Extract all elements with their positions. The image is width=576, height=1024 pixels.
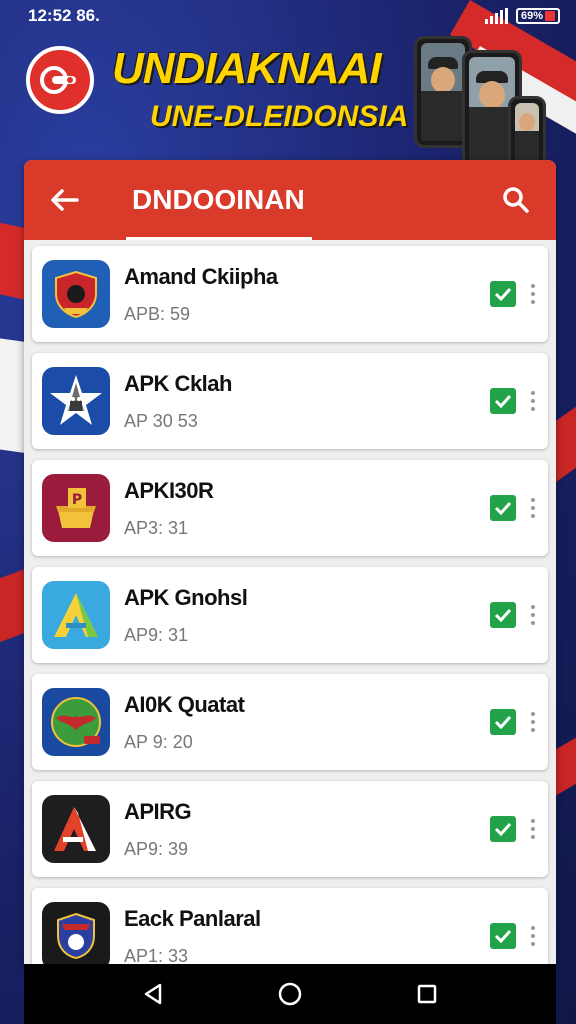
more-options-icon[interactable]: [528, 605, 538, 625]
list-item[interactable]: APK Gnohsl AP9: 31: [32, 567, 548, 663]
app-name: APIRG: [124, 798, 192, 824]
phones-illustration: [410, 30, 570, 170]
checkbox-checked[interactable]: [490, 923, 516, 949]
phone-image: [508, 96, 546, 168]
more-options-icon[interactable]: [528, 926, 538, 946]
app-name: APKI30R: [124, 477, 214, 503]
battery-label: 69%: [520, 10, 543, 22]
app-list: Amand Ckiipha APB: 59 APK Cklah AP 30 53: [24, 240, 556, 964]
more-options-icon[interactable]: [528, 498, 538, 518]
app-name: AI0K Quatat: [124, 691, 245, 717]
list-item[interactable]: Eack Panlaral AP1: 33: [32, 888, 548, 964]
app-version: AP3: 31: [124, 517, 189, 538]
check-icon: [494, 715, 512, 729]
app-name: APK Cklah: [124, 370, 232, 396]
more-options-icon[interactable]: [528, 284, 538, 304]
list-item[interactable]: AI0K Quatat AP 9: 20: [32, 674, 548, 770]
app-name: Amand Ckiipha: [124, 263, 278, 289]
triangle-back-icon: [144, 983, 161, 1005]
checkbox-checked[interactable]: [490, 602, 516, 628]
rocket-star-icon: [42, 367, 110, 435]
app-name: Eack Panlaral: [124, 905, 261, 931]
square-recents-icon: [418, 984, 437, 1004]
dark-shield-icon: [42, 902, 110, 964]
app-version: AP9: 31: [124, 624, 189, 645]
svg-text:P: P: [72, 492, 82, 508]
list-item[interactable]: APK Cklah AP 30 53: [32, 353, 548, 449]
check-icon: [494, 822, 512, 836]
check-icon: [494, 929, 512, 943]
page-title: DNDOOINAN: [132, 184, 305, 215]
check-icon: [494, 287, 512, 301]
check-icon: [494, 501, 512, 515]
checkbox-checked[interactable]: [490, 495, 516, 521]
more-options-icon[interactable]: [528, 712, 538, 732]
checkbox-checked[interactable]: [490, 709, 516, 735]
checkbox-checked[interactable]: [490, 388, 516, 414]
app-version: AP1: 33: [124, 945, 189, 965]
app-version: AP 9: 20: [124, 731, 193, 752]
system-nav-bar: [24, 964, 556, 1024]
search-icon: [503, 187, 529, 213]
tab-indicator: [126, 237, 312, 240]
app-version: AP9: 39: [124, 838, 189, 859]
app-bar: DNDOOINAN: [24, 160, 556, 240]
check-icon: [494, 394, 512, 408]
app-panel: DNDOOINAN Amand Ckiipha APB: 59 APK Ckla…: [24, 160, 556, 964]
brand-logo-icon: [26, 46, 94, 114]
nav-home-button[interactable]: [270, 974, 310, 1014]
list-item[interactable]: Amand Ckiipha APB: 59: [32, 246, 548, 342]
eagle-emblem-icon: [42, 688, 110, 756]
more-options-icon[interactable]: [528, 391, 538, 411]
nav-back-button[interactable]: [133, 974, 173, 1014]
list-item[interactable]: P APKI30R AP3: 31: [32, 460, 548, 556]
app-name: APK Gnohsl: [124, 584, 248, 610]
shield-crest-icon: [42, 260, 110, 328]
arrow-left-icon: [51, 189, 79, 211]
app-version: APB: 59: [124, 303, 191, 324]
checkbox-checked[interactable]: [490, 816, 516, 842]
app-version: AP 30 53: [124, 410, 198, 431]
banner-title: UNDIAKNAAI: [112, 44, 382, 93]
list-item[interactable]: APIRG AP9: 39: [32, 781, 548, 877]
golden-box-icon: P: [42, 474, 110, 542]
nav-recents-button[interactable]: [407, 974, 447, 1014]
promo-banner[interactable]: UNDIAKNAAI UNE-DLEIDONSIA: [0, 22, 576, 168]
circle-home-icon: [278, 982, 302, 1006]
banner-subtitle: UNE-DLEIDONSIA: [150, 100, 409, 133]
check-icon: [494, 608, 512, 622]
back-button[interactable]: [44, 180, 84, 220]
more-options-icon[interactable]: [528, 819, 538, 839]
checkbox-checked[interactable]: [490, 281, 516, 307]
red-letter-a-icon: [42, 795, 110, 863]
letter-a-triangle-icon: [42, 581, 110, 649]
search-button[interactable]: [496, 180, 536, 220]
